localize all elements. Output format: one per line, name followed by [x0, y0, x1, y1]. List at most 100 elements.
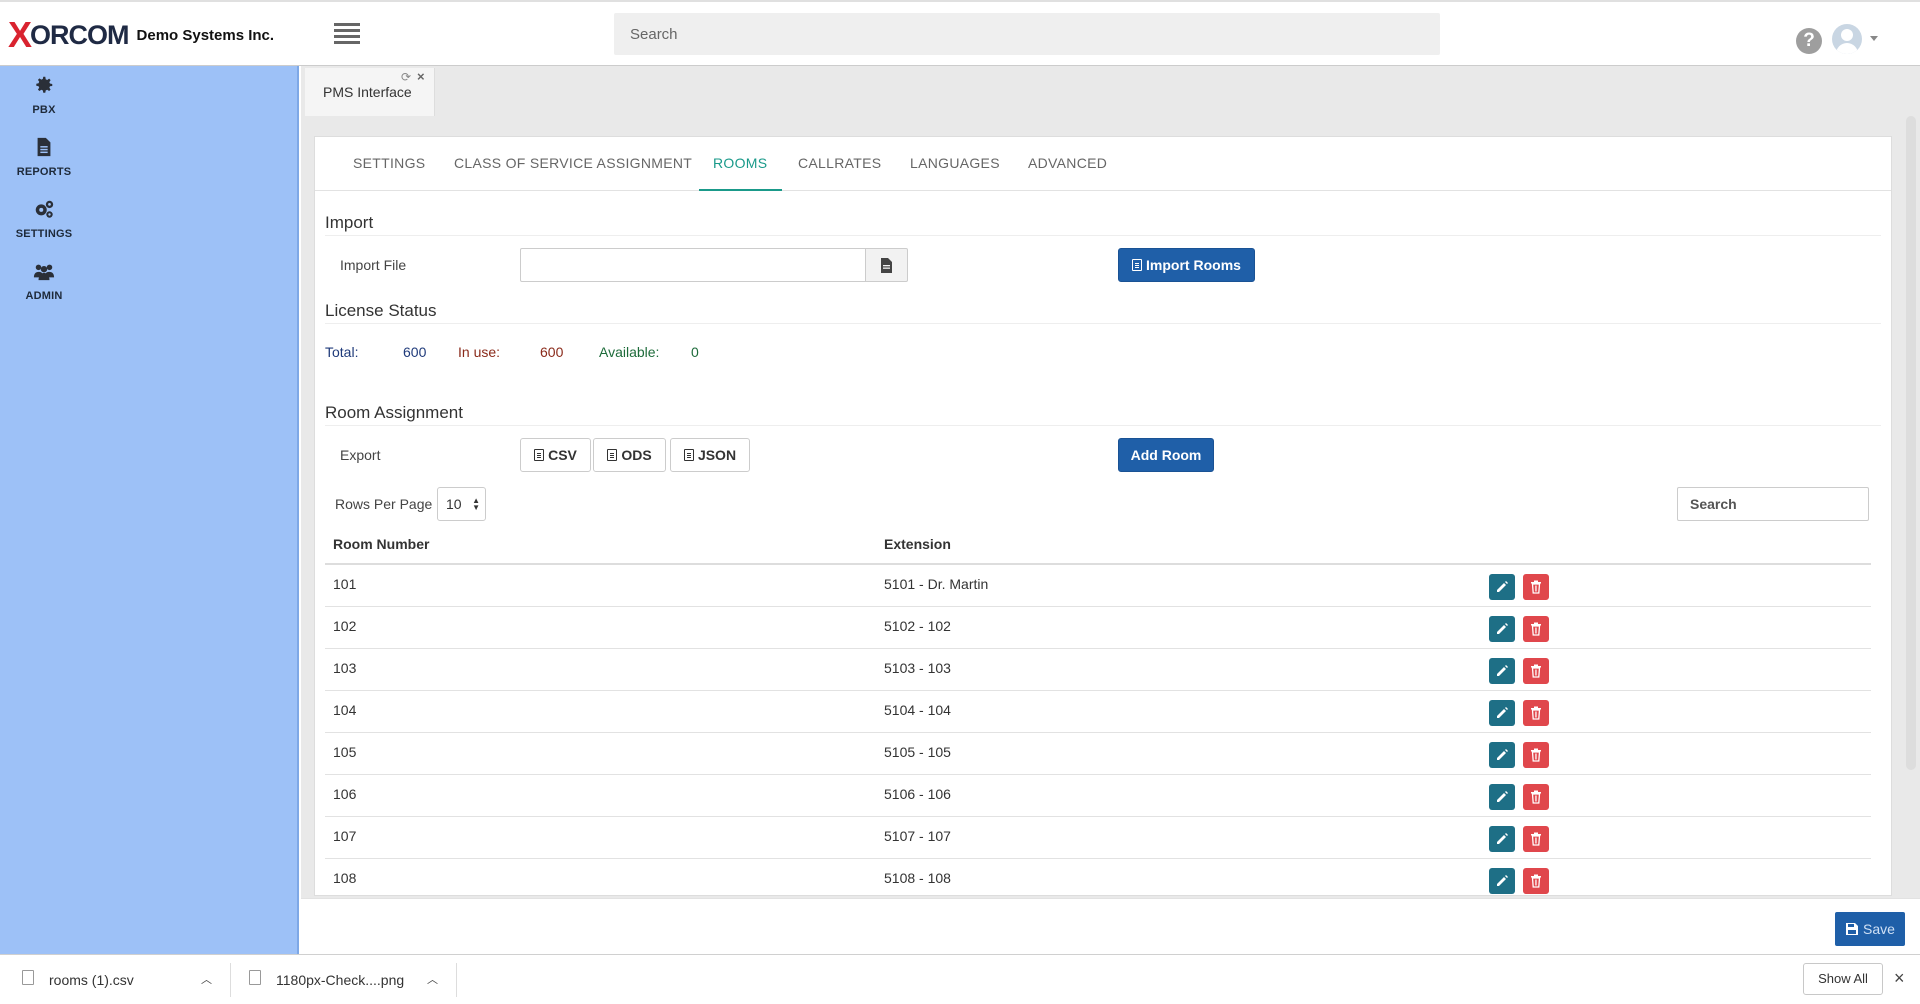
close-icon[interactable]: × [1894, 968, 1905, 989]
logo-mark: X [8, 14, 32, 55]
menu-line [334, 35, 360, 38]
rows-per-page-label: Rows Per Page [335, 496, 433, 512]
license-heading: License Status [325, 301, 437, 320]
save-icon [1846, 923, 1858, 935]
tab-pms-interface[interactable]: PMS Interface ⟳ × [305, 68, 435, 116]
scrollbar[interactable] [1906, 116, 1916, 770]
pencil-icon [1497, 707, 1508, 718]
avatar-head [1841, 29, 1853, 41]
edit-button[interactable] [1489, 700, 1515, 726]
sidebar: PBX REPORTS SETTINGS ADMIN [0, 66, 299, 954]
edit-button[interactable] [1489, 742, 1515, 768]
table-search-input[interactable] [1677, 487, 1869, 521]
tab-class-of-service[interactable]: CLASS OF SERVICE ASSIGNMENT [454, 155, 692, 171]
export-ods-button[interactable]: ODS [593, 438, 666, 472]
delete-button[interactable] [1523, 700, 1549, 726]
company-name: Demo Systems Inc. [136, 26, 275, 44]
file-icon [607, 449, 618, 461]
rows-per-page-select[interactable]: 10 ▲ ▼ [437, 487, 486, 521]
close-icon[interactable]: × [417, 69, 425, 84]
export-csv-button[interactable]: CSV [520, 438, 591, 472]
sidebar-item-pbx[interactable]: PBX [0, 74, 88, 130]
pencil-icon [1497, 581, 1508, 592]
file-icon [881, 258, 892, 273]
menu-line [334, 23, 360, 26]
tab-settings[interactable]: SETTINGS [353, 155, 425, 171]
license-available-label: Available: [599, 344, 660, 360]
users-icon [33, 264, 55, 281]
logo[interactable]: X ORCOM Demo Systems Inc. [8, 14, 275, 55]
export-json-button[interactable]: JSON [670, 438, 750, 472]
extension-cell: 5108 - 108 [884, 870, 951, 886]
add-room-button[interactable]: Add Room [1118, 438, 1214, 472]
save-button[interactable]: Save [1835, 912, 1905, 946]
delete-button[interactable] [1523, 574, 1549, 600]
download-item[interactable]: 1180px-Check....png ︿ [231, 955, 456, 1004]
pencil-icon [1497, 791, 1508, 802]
room-assignment-heading: Room Assignment [325, 403, 463, 422]
tab-rooms[interactable]: ROOMS [713, 155, 767, 171]
extension-cell: 5105 - 105 [884, 744, 951, 760]
edit-button[interactable] [1489, 616, 1515, 642]
divider [325, 235, 1881, 236]
delete-button[interactable] [1523, 742, 1549, 768]
tab-advanced[interactable]: ADVANCED [1028, 155, 1107, 171]
chevron-up-icon[interactable]: ︿ [427, 971, 438, 987]
room-number-cell: 107 [333, 828, 357, 844]
help-icon[interactable]: ? [1796, 28, 1822, 54]
delete-button[interactable] [1523, 826, 1549, 852]
column-header-extension[interactable]: Extension [884, 536, 951, 552]
divider [456, 963, 457, 997]
browse-file-button[interactable] [866, 248, 908, 282]
delete-button[interactable] [1523, 616, 1549, 642]
download-item[interactable]: rooms (1).csv ︿ [0, 955, 230, 1004]
room-number-cell: 108 [333, 870, 357, 886]
edit-button[interactable] [1489, 784, 1515, 810]
table-row: 106 5106 - 106 [325, 775, 1871, 817]
sidebar-item-reports[interactable]: REPORTS [0, 136, 88, 192]
sidebar-item-label: ADMIN [25, 290, 63, 302]
global-search-input[interactable] [614, 13, 1440, 55]
table-row: 103 5103 - 103 [325, 649, 1871, 691]
extension-cell: 5103 - 103 [884, 660, 951, 676]
tab-callrates[interactable]: CALLRATES [798, 155, 881, 171]
file-icon [22, 970, 34, 985]
sidebar-item-label: PBX [32, 104, 56, 116]
delete-button[interactable] [1523, 784, 1549, 810]
sidebar-item-label: REPORTS [16, 166, 72, 178]
refresh-icon[interactable]: ⟳ [401, 70, 411, 84]
menu-list-icon[interactable] [334, 23, 360, 45]
table-row: 102 5102 - 102 [325, 607, 1871, 649]
tab-languages[interactable]: LANGUAGES [910, 155, 1000, 171]
edit-button[interactable] [1489, 826, 1515, 852]
file-icon [683, 449, 694, 461]
pencil-icon [1497, 749, 1508, 760]
import-rooms-button[interactable]: Import Rooms [1118, 248, 1255, 282]
edit-button[interactable] [1489, 868, 1515, 894]
edit-button[interactable] [1489, 574, 1515, 600]
import-file-field[interactable] [520, 248, 866, 282]
column-header-room-number[interactable]: Room Number [333, 536, 429, 552]
delete-button[interactable] [1523, 658, 1549, 684]
user-menu-caret-icon[interactable] [1870, 36, 1878, 41]
export-ods-label: ODS [621, 447, 652, 463]
table-row: 108 5108 - 108 [325, 859, 1871, 895]
sidebar-item-admin[interactable]: ADMIN [0, 260, 88, 316]
avatar-body [1836, 43, 1858, 54]
show-all-button[interactable]: Show All [1803, 963, 1883, 995]
pencil-icon [1497, 875, 1508, 886]
pencil-icon [1497, 665, 1508, 676]
chevron-up-icon[interactable]: ︿ [201, 971, 212, 987]
room-number-cell: 101 [333, 576, 357, 592]
edit-button[interactable] [1489, 658, 1515, 684]
sidebar-item-label: SETTINGS [15, 228, 73, 240]
delete-button[interactable] [1523, 868, 1549, 894]
avatar[interactable] [1832, 24, 1862, 54]
rows-per-page-value: 10 [446, 496, 462, 512]
document-icon [37, 137, 51, 157]
sidebar-item-settings[interactable]: SETTINGS [0, 198, 88, 254]
import-file-label: Import File [340, 257, 407, 273]
menu-line [334, 41, 360, 44]
divider [325, 425, 1881, 426]
divider [325, 323, 1881, 324]
